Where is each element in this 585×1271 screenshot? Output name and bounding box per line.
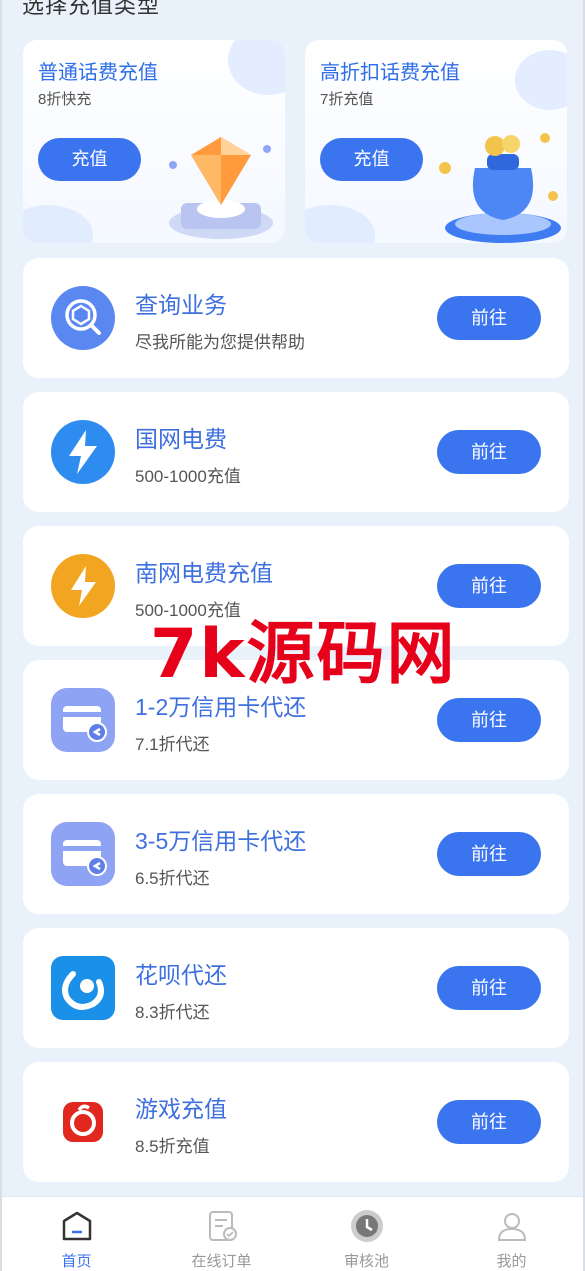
go-button[interactable]: 前往 xyxy=(437,698,541,742)
service-title: 花呗代还 xyxy=(135,962,227,988)
service-card-state-grid[interactable]: 国网电费 500-1000充值 前往 xyxy=(23,392,569,512)
huabei-icon xyxy=(51,956,115,1020)
go-button[interactable]: 前往 xyxy=(437,832,541,876)
service-title: 查询业务 xyxy=(135,292,227,318)
money-bag-icon xyxy=(439,133,561,243)
credit-card-icon xyxy=(51,688,115,752)
service-subtitle: 8.5折充值 xyxy=(135,1137,210,1156)
service-subtitle: 7.1折代还 xyxy=(135,735,210,754)
search-cube-icon xyxy=(51,286,115,350)
lightning-orange-icon xyxy=(51,554,115,618)
tab-mine[interactable]: 我的 xyxy=(439,1197,584,1271)
go-button[interactable]: 前往 xyxy=(437,1100,541,1144)
watermark: 7k源码网 xyxy=(150,615,457,694)
tab-label: 我的 xyxy=(496,1253,527,1270)
tab-orders[interactable]: 在线订单 xyxy=(149,1197,294,1271)
section-title: 选择充值类型 xyxy=(22,0,161,18)
service-subtitle: 6.5折代还 xyxy=(135,869,210,888)
lightning-blue-icon xyxy=(51,420,115,484)
service-title: 南网电费充值 xyxy=(135,560,273,586)
promo-title: 普通话费充值 xyxy=(38,62,158,84)
tab-label: 审核池 xyxy=(343,1253,389,1270)
game-icon xyxy=(63,1102,103,1142)
tab-review-pool[interactable]: 审核池 xyxy=(294,1197,439,1271)
go-button[interactable]: 前往 xyxy=(437,296,541,340)
service-title: 游戏充值 xyxy=(135,1096,227,1122)
promo-card-discount[interactable]: 高折扣话费充值 7折充值 充值 xyxy=(305,40,567,243)
clock-icon xyxy=(351,1210,383,1242)
service-card-game[interactable]: 游戏充值 8.5折充值 前往 xyxy=(23,1062,569,1182)
bottom-tab-bar: 首页 在线订单 审核池 我的 xyxy=(2,1196,583,1271)
service-card-huabei[interactable]: 花呗代还 8.3折代还 前往 xyxy=(23,928,569,1048)
service-subtitle: 8.3折代还 xyxy=(135,1003,210,1022)
service-card-credit-3-5[interactable]: 3-5万信用卡代还 6.5折代还 前往 xyxy=(23,794,569,914)
go-button[interactable]: 前往 xyxy=(437,966,541,1010)
service-title: 国网电费 xyxy=(135,426,227,452)
promo-subtitle: 7折充值 xyxy=(320,91,374,108)
tab-home[interactable]: 首页 xyxy=(4,1197,149,1271)
promo-card-normal[interactable]: 普通话费充值 8折快充 充值 xyxy=(23,40,285,243)
recharge-button[interactable]: 充值 xyxy=(38,138,141,181)
promo-subtitle: 8折快充 xyxy=(38,91,92,108)
service-card-query[interactable]: 查询业务 尽我所能为您提供帮助 前往 xyxy=(23,258,569,378)
service-subtitle: 尽我所能为您提供帮助 xyxy=(135,333,305,352)
recharge-button[interactable]: 充值 xyxy=(320,138,423,181)
service-title: 3-5万信用卡代还 xyxy=(135,828,307,854)
tab-label: 在线订单 xyxy=(191,1253,252,1270)
promo-title: 高折扣话费充值 xyxy=(320,62,460,84)
service-subtitle: 500-1000充值 xyxy=(135,467,241,486)
diamond-icon xyxy=(169,137,273,239)
go-button[interactable]: 前往 xyxy=(437,430,541,474)
user-icon xyxy=(497,1213,527,1241)
home-icon xyxy=(62,1211,92,1241)
credit-card-icon xyxy=(51,822,115,886)
order-icon xyxy=(209,1211,237,1241)
tab-label: 首页 xyxy=(61,1253,92,1270)
